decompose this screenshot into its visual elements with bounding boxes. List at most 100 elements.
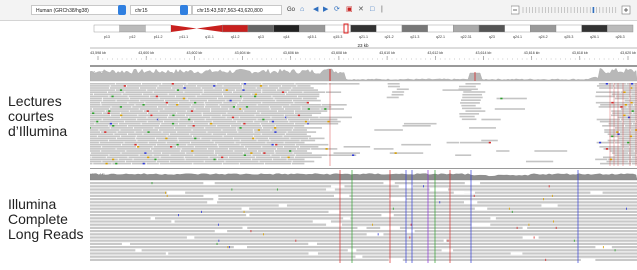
genome-dropdown-icon[interactable] [118, 5, 126, 15]
ideogram-band-label: q22.31 [461, 35, 472, 39]
long-reads-alignment[interactable]: [0 - 44] [90, 168, 637, 265]
read-mismatch [631, 83, 633, 85]
short-read [177, 146, 194, 148]
read-gap [357, 227, 366, 229]
read-mismatch [194, 138, 196, 140]
long-read [217, 201, 464, 203]
long-read [90, 236, 187, 238]
short-reads-alignment[interactable]: [0 - 82] [90, 66, 637, 168]
short-read [295, 110, 327, 112]
long-read [318, 252, 637, 254]
long-reads-track[interactable]: [0 - 44] [90, 168, 637, 265]
short-reads-track[interactable]: [0 - 82] [90, 66, 637, 168]
long-read [90, 240, 444, 242]
region-icon[interactable]: ▣ [346, 5, 353, 15]
short-read [271, 108, 284, 110]
read-mismatch [231, 188, 232, 190]
short-read [222, 115, 255, 117]
short-read [203, 115, 221, 117]
short-read [179, 102, 204, 104]
long-read [90, 252, 166, 254]
refresh-icon[interactable]: ⟳ [334, 5, 340, 15]
short-read [614, 83, 626, 85]
chromosome-dropdown-icon[interactable] [180, 5, 188, 15]
short-read [162, 152, 186, 154]
short-read [144, 110, 159, 112]
short-read [117, 131, 134, 133]
read-mismatch [242, 89, 244, 91]
short-read [624, 148, 637, 150]
zoom-slider[interactable] [511, 5, 631, 15]
short-read [136, 138, 155, 140]
ideogram-band-label: q15.1 [308, 35, 317, 39]
short-read [261, 123, 294, 125]
read-mismatch [112, 125, 114, 127]
short-read [266, 142, 283, 144]
short-read [93, 163, 111, 165]
read-gap [581, 259, 596, 261]
short-read [287, 131, 316, 133]
home-icon[interactable]: ⌂ [300, 5, 304, 15]
zoom-icon[interactable] [511, 5, 631, 15]
popup-icon[interactable]: □ [370, 5, 374, 15]
short-read [229, 157, 255, 159]
short-read [217, 83, 241, 85]
read-mismatch [134, 144, 136, 146]
forward-icon[interactable]: ▶ [323, 5, 328, 15]
read-mismatch [620, 106, 622, 108]
short-read [262, 83, 294, 85]
locus-input[interactable]: chr15:43,597,563-43,620,800 [192, 5, 282, 15]
go-button[interactable]: Go [287, 5, 295, 15]
short-read [149, 142, 166, 144]
back-icon[interactable]: ◀ [313, 5, 318, 15]
short-read [333, 152, 359, 154]
close-icon[interactable]: ✕ [358, 5, 364, 15]
short-read [211, 140, 239, 142]
long-read [249, 214, 381, 216]
read-mismatch [632, 110, 634, 112]
short-read [90, 142, 99, 144]
long-read [415, 230, 637, 232]
short-read [257, 87, 279, 89]
read-mismatch [509, 208, 510, 210]
genome-select[interactable]: Human (GRCh38/hg38) [31, 5, 121, 15]
short-read [137, 119, 157, 121]
short-read [164, 108, 194, 110]
short-read [170, 161, 204, 163]
read-pileup[interactable] [90, 170, 637, 263]
short-read [143, 129, 159, 131]
read-mismatch [104, 131, 106, 133]
read-pileup[interactable] [90, 83, 637, 166]
short-read [322, 104, 347, 106]
short-read [279, 87, 291, 89]
read-mismatch [165, 138, 167, 140]
short-read [300, 146, 319, 148]
short-read [618, 117, 637, 119]
short-read [262, 89, 276, 91]
ideogram-svg[interactable]: p13p12p11.2p11.1q11.1q11.2q13q14q15.1q15… [90, 20, 637, 66]
coverage-histogram[interactable] [90, 68, 637, 81]
short-read [119, 123, 141, 125]
long-read [612, 246, 637, 248]
short-read [258, 150, 274, 152]
long-read [490, 224, 637, 226]
short-read [90, 83, 115, 85]
short-read [90, 96, 108, 98]
short-read [90, 146, 101, 148]
short-read [388, 83, 400, 85]
short-read [307, 121, 341, 123]
coverage-histogram[interactable] [90, 174, 637, 180]
short-read [148, 121, 163, 123]
short-read [90, 129, 99, 131]
ideogram-band [274, 25, 300, 32]
short-read [90, 87, 109, 89]
ideogram-band-label: q21.1 [359, 35, 368, 39]
short-read [326, 91, 341, 93]
short-read [168, 117, 188, 119]
short-read [621, 119, 637, 121]
short-read [142, 123, 161, 125]
short-read [130, 110, 143, 112]
short-read [128, 133, 143, 135]
ideogram-band-label: q24.1 [513, 35, 522, 39]
read-mismatch [411, 224, 412, 226]
